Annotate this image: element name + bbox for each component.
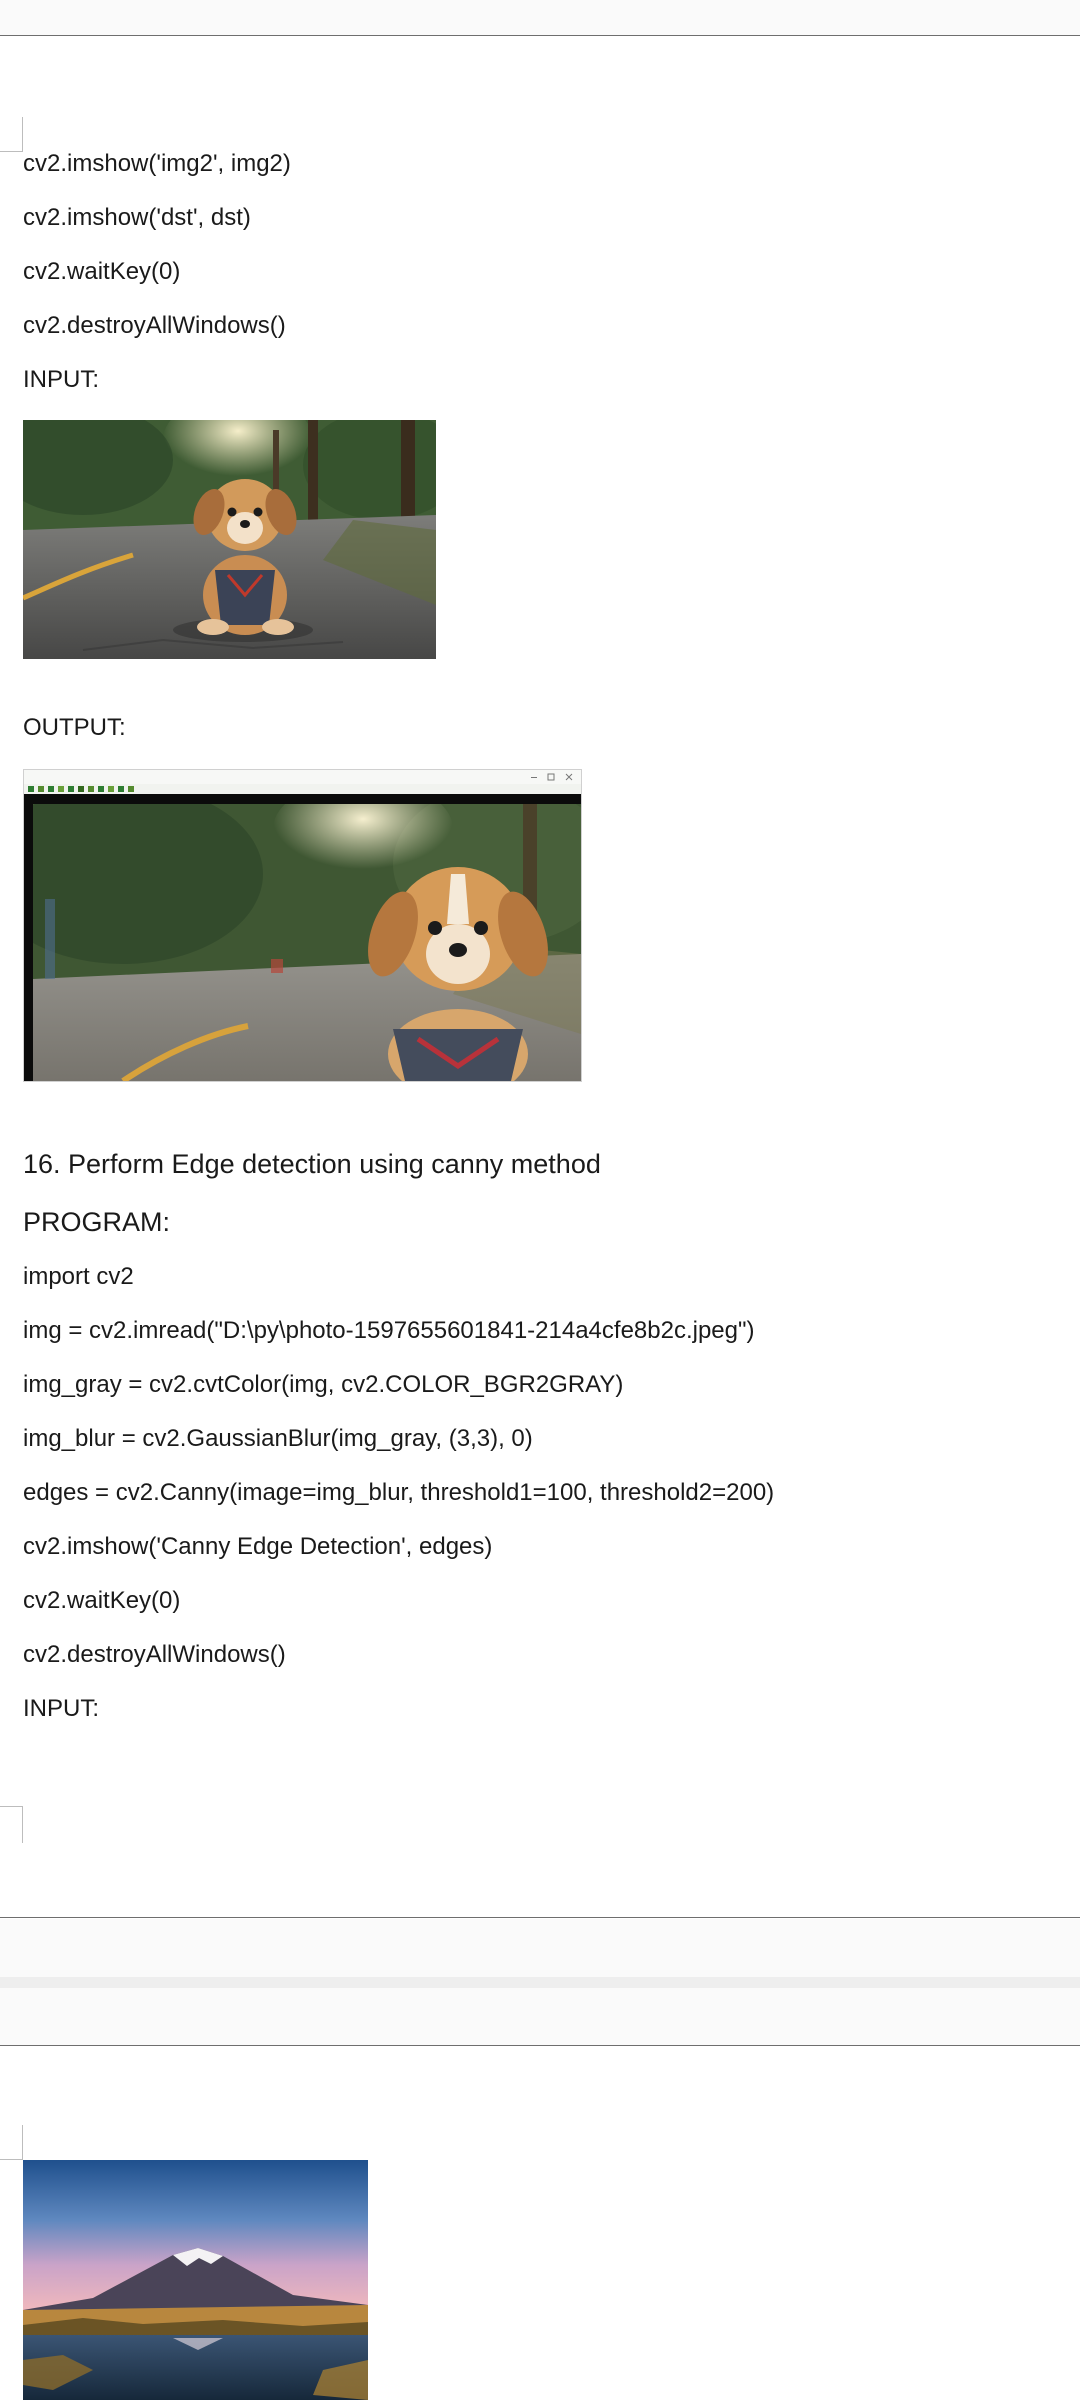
page-top-margin	[0, 0, 1080, 36]
input-label: INPUT:	[23, 1695, 100, 1722]
code-line: img = cv2.imread("D:\py\photo-1597655601…	[23, 1317, 755, 1344]
mountain-illustration	[23, 2160, 368, 2400]
page-top-margin	[0, 1988, 1080, 2046]
input-mountain-image	[23, 2160, 368, 2400]
code-line: cv2.imshow('dst', dst)	[23, 204, 251, 231]
code-line: import cv2	[23, 1263, 134, 1290]
code-line: img_blur = cv2.GaussianBlur(img_gray, (3…	[23, 1425, 533, 1452]
page-corner-marker	[0, 2125, 23, 2160]
output-puppy-image	[33, 804, 581, 1081]
toolbar-icons	[28, 786, 134, 792]
output-label: OUTPUT:	[23, 714, 126, 741]
code-line: cv2.waitKey(0)	[23, 1587, 181, 1614]
section-heading: 16. Perform Edge detection using canny m…	[23, 1149, 601, 1179]
input-label: INPUT:	[23, 366, 100, 393]
page-separator	[0, 1977, 1080, 1988]
program-label: PROGRAM:	[23, 1207, 171, 1237]
output-window-screenshot	[23, 769, 582, 1082]
code-line: cv2.waitKey(0)	[23, 258, 181, 285]
page-corner-marker	[0, 117, 23, 152]
input-puppy-illustration	[23, 420, 436, 659]
code-line: cv2.destroyAllWindows()	[23, 312, 286, 339]
code-line: edges = cv2.Canny(image=img_blur, thresh…	[23, 1479, 775, 1506]
page-bottom-margin	[0, 1919, 1080, 1977]
page-corner-marker	[0, 1806, 23, 1843]
input-puppy-image	[23, 420, 436, 659]
window-controls	[531, 773, 573, 781]
code-line: cv2.destroyAllWindows()	[23, 1641, 286, 1668]
window-toolbar	[24, 784, 581, 794]
page-bottom-edge	[0, 1917, 1080, 1918]
code-line: cv2.imshow('Canny Edge Detection', edges…	[23, 1533, 493, 1560]
code-line: cv2.imshow('img2', img2)	[23, 150, 291, 177]
output-puppy-illustration	[33, 804, 581, 1081]
code-line: img_gray = cv2.cvtColor(img, cv2.COLOR_B…	[23, 1371, 624, 1398]
window-titlebar	[24, 770, 581, 784]
